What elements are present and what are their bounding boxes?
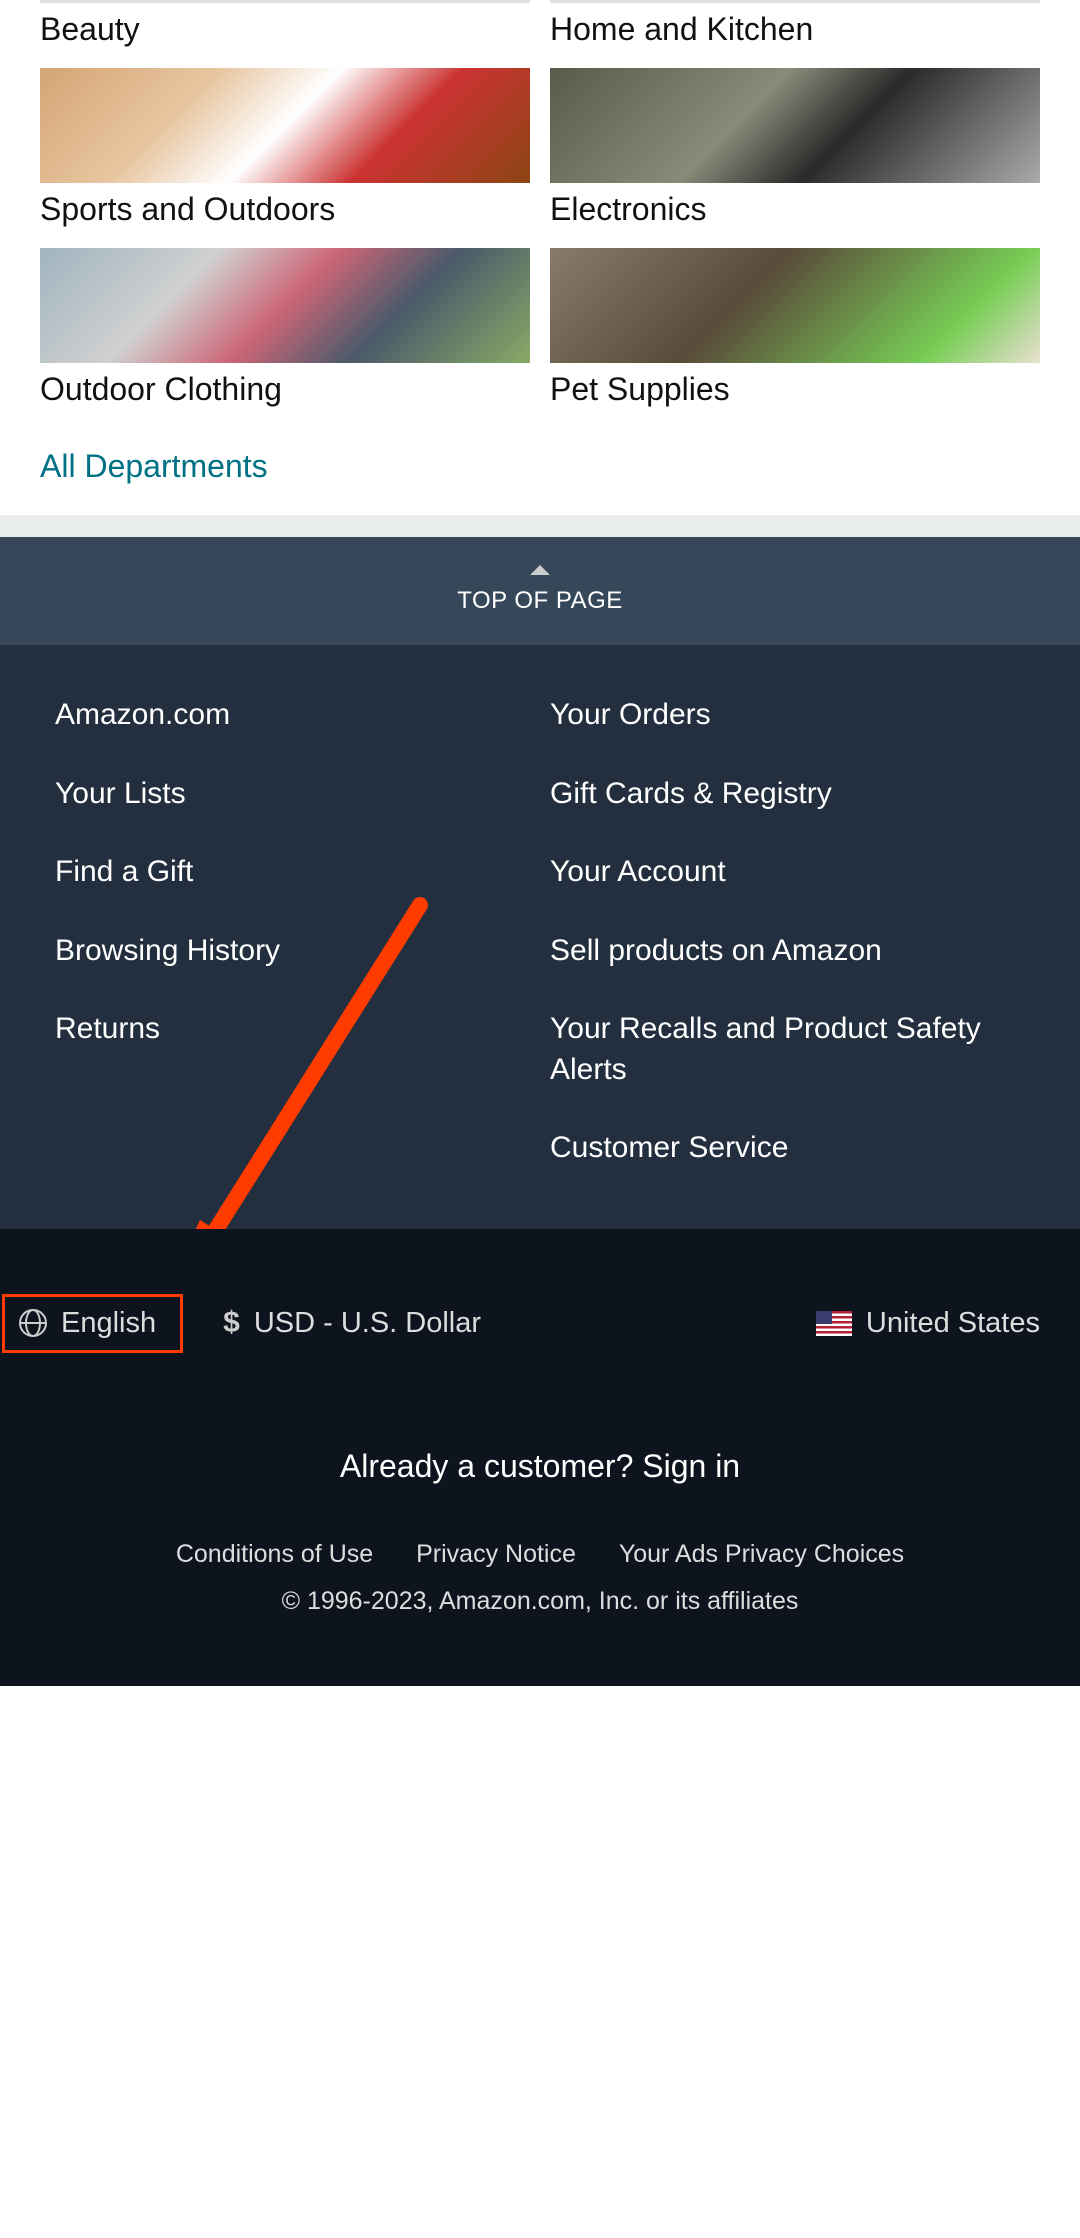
top-of-page-button[interactable]: TOP OF PAGE	[0, 537, 1080, 645]
department-pet-supplies[interactable]: Pet Supplies	[550, 248, 1040, 408]
signin-row[interactable]: Already a customer? Sign in	[40, 1448, 1040, 1485]
department-home-kitchen[interactable]: Home and Kitchen	[550, 0, 1040, 48]
privacy-link[interactable]: Privacy Notice	[416, 1540, 576, 1569]
footer-link-find-gift[interactable]: Find a Gift	[55, 852, 530, 893]
country-label: United States	[866, 1307, 1040, 1340]
currency-label: USD - U.S. Dollar	[254, 1307, 481, 1340]
department-image	[550, 248, 1040, 363]
footer-bottom-section: English $ USD - U.S. Dollar United State…	[0, 1229, 1080, 1686]
department-image	[550, 68, 1040, 183]
department-image	[40, 68, 530, 183]
copyright-text: © 1996-2023, Amazon.com, Inc. or its aff…	[40, 1587, 1040, 1616]
globe-icon	[19, 1309, 47, 1337]
footer-link-sell[interactable]: Sell products on Amazon	[550, 931, 1025, 972]
department-label: Outdoor Clothing	[40, 371, 530, 408]
department-electronics[interactable]: Electronics	[550, 68, 1040, 228]
locale-row: English $ USD - U.S. Dollar United State…	[40, 1294, 1040, 1353]
all-departments-link[interactable]: All Departments	[40, 448, 268, 485]
caret-up-icon	[530, 565, 550, 575]
conditions-link[interactable]: Conditions of Use	[176, 1540, 373, 1569]
department-outdoor-clothing[interactable]: Outdoor Clothing	[40, 248, 530, 408]
footer-link-orders[interactable]: Your Orders	[550, 695, 1025, 736]
country-selector[interactable]: United States	[816, 1307, 1040, 1340]
footer-link-recalls[interactable]: Your Recalls and Product Safety Alerts	[550, 1009, 1025, 1090]
ads-privacy-link[interactable]: Your Ads Privacy Choices	[619, 1540, 904, 1569]
department-label: Home and Kitchen	[550, 11, 1040, 48]
signin-action: Sign in	[642, 1448, 740, 1484]
department-image	[550, 0, 1040, 3]
dollar-icon: $	[223, 1306, 240, 1340]
language-selector[interactable]: English	[2, 1294, 183, 1353]
footer-link-giftcards[interactable]: Gift Cards & Registry	[550, 774, 1025, 815]
department-label: Beauty	[40, 11, 530, 48]
legal-links-row: Conditions of Use Privacy Notice Your Ad…	[40, 1540, 1040, 1569]
footer-link-history[interactable]: Browsing History	[55, 931, 530, 972]
department-label: Sports and Outdoors	[40, 191, 530, 228]
department-image	[40, 0, 530, 3]
section-divider	[0, 515, 1080, 537]
footer-link-amazon[interactable]: Amazon.com	[55, 695, 530, 736]
department-image	[40, 248, 530, 363]
language-label: English	[61, 1307, 156, 1340]
footer-link-customer-service[interactable]: Customer Service	[550, 1128, 1025, 1169]
department-label: Electronics	[550, 191, 1040, 228]
footer-links-section: Amazon.com Your Orders Your Lists Gift C…	[0, 645, 1080, 1229]
top-of-page-label: TOP OF PAGE	[0, 587, 1080, 615]
us-flag-icon	[816, 1311, 852, 1336]
footer-link-lists[interactable]: Your Lists	[55, 774, 530, 815]
department-label: Pet Supplies	[550, 371, 1040, 408]
departments-section: Beauty Home and Kitchen Sports and Outdo…	[0, 0, 1080, 515]
signin-prompt: Already a customer?	[340, 1448, 633, 1484]
department-beauty[interactable]: Beauty	[40, 0, 530, 48]
footer-link-account[interactable]: Your Account	[550, 852, 1025, 893]
footer-link-returns[interactable]: Returns	[55, 1009, 530, 1090]
department-sports-outdoors[interactable]: Sports and Outdoors	[40, 68, 530, 228]
currency-selector[interactable]: $ USD - U.S. Dollar	[223, 1306, 481, 1340]
